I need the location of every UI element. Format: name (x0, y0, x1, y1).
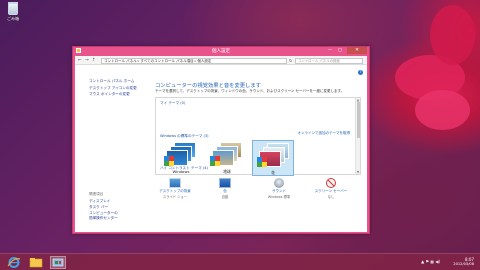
sidebar-link-desktop-icons[interactable]: デスクトップ アイコンの変更 (89, 86, 137, 91)
see-also-link-ease-of-access-center[interactable]: 簡単操作センター (89, 216, 118, 221)
search-input[interactable]: コントロール パネルの検索 (295, 57, 363, 64)
speaker-icon (274, 178, 284, 188)
breadcrumb[interactable]: コントロール パネル▸すべてのコントロール パネル項目▸個人設定 (101, 57, 287, 64)
address-bar: ← → ↑ コントロール パネル▸すべてのコントロール パネル項目▸個人設定 ↻… (75, 56, 367, 65)
sidebar-link-mouse-pointers[interactable]: マウス ポインターの変更 (89, 92, 130, 97)
clock-date: 2012/03/08 (453, 262, 474, 266)
recycle-bin-label: ごみ箱 (7, 16, 19, 21)
help-icon[interactable]: ? (358, 70, 363, 75)
sidebar-link-control-panel-home[interactable]: コントロール パネル ホーム (89, 79, 134, 84)
taskbar: ▲ ⚑ ▦ ◀) 8:07 2012/03/08 (0, 253, 480, 270)
personalization-window: 個人設定 — ▢ ✕ ← → ↑ コントロール パネル▸すべてのコントロール パ… (72, 46, 370, 234)
theme-earth[interactable]: 地球 (206, 140, 248, 176)
setting-value: スライド ショー (162, 195, 188, 199)
windows-themes-header[interactable]: Windows の標準のテーマ (3) (160, 134, 209, 139)
sidebar: コントロール パネル ホーム デスクトップ アイコンの変更 マウス ポインターの… (75, 66, 151, 232)
setting-value: なし (327, 195, 335, 199)
my-themes-header[interactable]: マイ テーマ (0) (160, 101, 185, 106)
sounds-setting[interactable]: サウンド Windows 標準 (259, 178, 299, 199)
internet-explorer-taskbar-button[interactable] (6, 256, 22, 269)
minimize-button[interactable]: — (325, 47, 335, 54)
setting-value: Windows 標準 (267, 195, 291, 199)
recycle-bin-desktop-icon[interactable]: ごみ箱 (2, 2, 24, 22)
window-client-area: ← → ↑ コントロール パネル▸すべてのコントロール パネル項目▸個人設定 ↻… (75, 56, 367, 232)
color-setting[interactable]: 色 自動 (205, 178, 245, 199)
see-also-link-taskbar[interactable]: タスク バー (89, 205, 108, 210)
recycle-bin-icon (8, 2, 18, 15)
folder-icon (29, 258, 43, 268)
notification-area-icons[interactable]: ▲ ⚑ ▦ ◀) (421, 259, 440, 264)
screen-saver-none-icon (326, 178, 336, 188)
palette-icon (257, 157, 267, 167)
control-panel-icon (52, 258, 64, 267)
palette-icon (210, 156, 220, 166)
theme-name: 花 (271, 170, 275, 175)
internet-explorer-icon (7, 257, 21, 268)
screen-saver-setting[interactable]: スクリーン セーバー なし (311, 178, 351, 199)
breadcrumb-item[interactable]: コントロール パネル (104, 59, 137, 63)
high-contrast-themes-header[interactable]: ハイ コントラスト テーマ (4) (160, 166, 208, 171)
palette-icon (164, 156, 174, 166)
see-also-heading: 関連項目 (89, 192, 104, 196)
scrollbar-thumb[interactable] (356, 102, 360, 138)
close-button[interactable]: ✕ (347, 47, 367, 54)
window-titlebar[interactable]: 個人設定 — ▢ ✕ (73, 47, 369, 55)
color-icon (219, 178, 231, 188)
up-button[interactable]: ↑ (92, 58, 96, 63)
wallpaper-flower-petal (415, 90, 470, 130)
get-more-themes-online-link[interactable]: オンラインで追加のテーマを取得 (298, 131, 351, 136)
refresh-icon[interactable]: ↻ (289, 58, 292, 63)
main-content: ? コンピューターの視覚効果と音を変更します テーマを選択して、デスクトップの背… (155, 66, 365, 232)
setting-value: 自動 (221, 195, 229, 199)
desktop-background-icon (169, 178, 181, 188)
file-explorer-taskbar-button[interactable] (28, 256, 44, 269)
scroll-down-arrow-icon[interactable]: ▼ (356, 170, 360, 174)
back-button[interactable]: ← (78, 58, 82, 63)
theme-flowers[interactable]: 花 (252, 140, 294, 176)
wallpaper-flower-petal (430, 5, 475, 65)
breadcrumb-item[interactable]: すべてのコントロール パネル項目 (140, 59, 193, 63)
see-also-link-display[interactable]: ディスプレイ (89, 199, 110, 204)
forward-button[interactable]: → (85, 58, 89, 63)
page-title: コンピューターの視覚効果と音を変更します (155, 83, 261, 89)
theme-list: マイ テーマ (0) Windows の標準のテーマ (3) オンラインで追加の… (155, 97, 361, 176)
theme-list-scrollbar[interactable]: ▲ ▼ (355, 98, 360, 174)
control-panel-taskbar-button[interactable] (50, 256, 66, 269)
theme-thumbnail (257, 143, 291, 167)
theme-thumbnail (210, 142, 244, 166)
theme-thumbnail (164, 142, 198, 166)
theme-settings-bar: デスクトップの背景 スライド ショー 色 自動 サウンド Windows 標準 … (155, 178, 361, 218)
breadcrumb-item[interactable]: 個人設定 (197, 59, 211, 63)
page-description: テーマを選択して、デスクトップの背景、ウィンドウの色、サウンド、およびスクリーン… (155, 89, 345, 93)
taskbar-clock[interactable]: 8:07 2012/03/08 (453, 257, 474, 266)
desktop-background-setting[interactable]: デスクトップの背景 スライド ショー (155, 178, 195, 199)
theme-name: 地球 (223, 169, 231, 174)
maximize-button[interactable]: ▢ (335, 47, 345, 54)
